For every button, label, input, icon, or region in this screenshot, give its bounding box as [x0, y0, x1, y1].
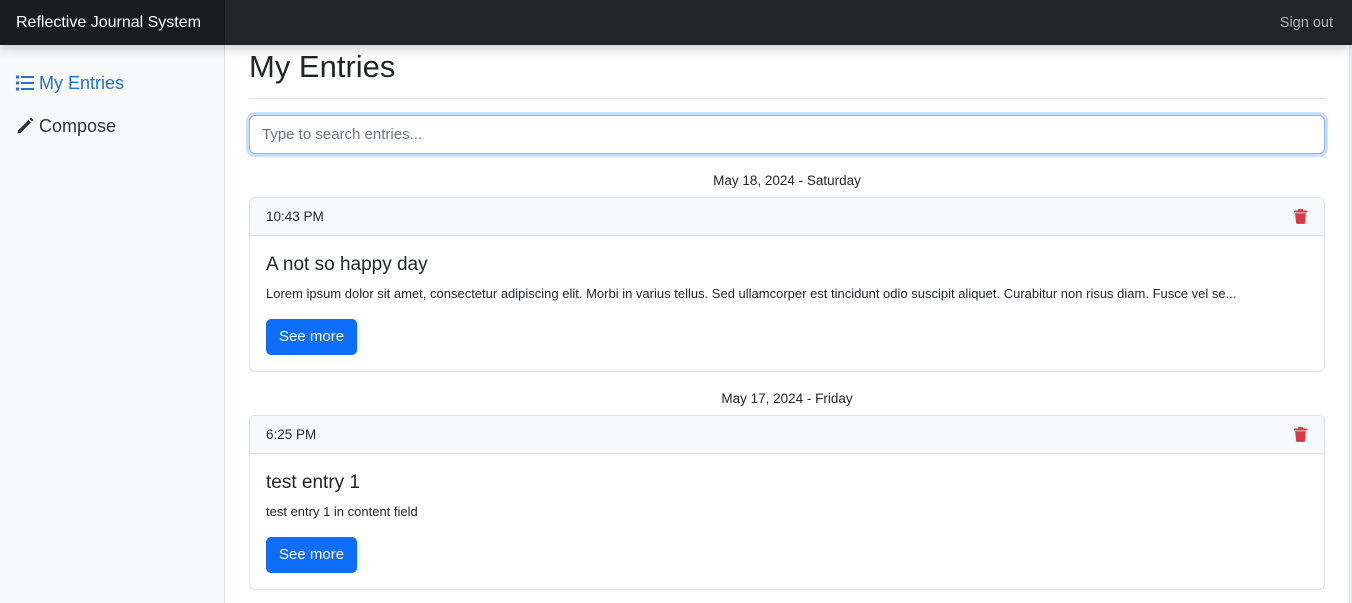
trash-icon[interactable]	[1294, 426, 1308, 443]
entry-card-body: A not so happy day Lorem ipsum dolor sit…	[250, 236, 1324, 371]
trash-icon[interactable]	[1294, 208, 1308, 225]
sidebar: My Entries Compose	[0, 45, 225, 603]
entry-card: 10:43 PM A not so happy day Lorem ipsum …	[249, 197, 1325, 372]
date-heading: May 18, 2024 - Saturday	[713, 173, 861, 188]
sidebar-item-my-entries[interactable]: My Entries	[0, 71, 224, 95]
entry-title: test entry 1	[266, 472, 360, 493]
main-content: My Entries May 18, 2024 - Saturday 10:43…	[249, 45, 1325, 603]
brand-link[interactable]: Reflective Journal System	[0, 0, 225, 45]
entry-card-header: 10:43 PM	[250, 198, 1324, 236]
sidebar-item-label: Compose	[39, 115, 117, 136]
list-icon	[16, 75, 34, 91]
top-navbar: Reflective Journal System Sign out	[0, 0, 1352, 45]
page-title: My Entries	[249, 49, 396, 84]
sign-out-link[interactable]: Sign out	[1280, 15, 1333, 31]
entry-title: A not so happy day	[266, 254, 428, 275]
entry-excerpt: Lorem ipsum dolor sit amet, consectetur …	[266, 286, 1237, 301]
pencil-icon	[17, 117, 34, 134]
see-more-button[interactable]: See more	[266, 319, 358, 355]
sidebar-item-label: My Entries	[39, 72, 125, 93]
entry-time: 10:43 PM	[266, 209, 324, 224]
sidebar-item-compose[interactable]: Compose	[0, 114, 224, 138]
search-input[interactable]	[249, 115, 1325, 154]
entry-card: 6:25 PM test entry 1 test entry 1 in con…	[249, 415, 1325, 590]
entry-card-body: test entry 1 test entry 1 in content fie…	[250, 454, 1324, 589]
entry-excerpt: test entry 1 in content field	[266, 504, 418, 519]
title-divider	[249, 98, 1325, 99]
see-more-button[interactable]: See more	[266, 537, 358, 573]
entry-card-header: 6:25 PM	[250, 416, 1324, 454]
date-heading: May 17, 2024 - Friday	[721, 391, 853, 406]
entry-time: 6:25 PM	[266, 427, 317, 442]
